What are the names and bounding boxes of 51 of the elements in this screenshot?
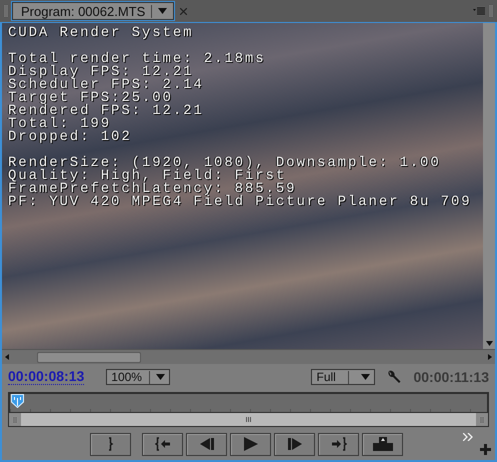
step-back-button[interactable] — [186, 432, 227, 456]
overlay-heading: CUDA Render System — [8, 27, 194, 40]
zoom-handle[interactable] — [9, 413, 21, 426]
step-back-icon — [200, 438, 214, 450]
playhead-handle[interactable] — [11, 394, 24, 408]
go-to-out-button[interactable] — [318, 432, 359, 456]
overlay-stat: PF: YUV 420 MPEG4 Field Picture Planer 8u 709 — [8, 196, 472, 209]
overlay-stat: RenderSize: (1920, 1080), Downsample: 1.00 — [8, 157, 441, 170]
overflow-icon[interactable] — [463, 433, 473, 441]
play-button[interactable] — [230, 432, 271, 456]
overlay-stat: Total render time: 2.18ms — [8, 53, 266, 66]
overlay-stat: Target FPS:25.00 — [8, 92, 173, 105]
zoom-handle[interactable] — [476, 413, 488, 426]
panel-grip-icon[interactable] — [489, 5, 493, 17]
duration-timecode: 00:00:11:13 — [413, 369, 489, 385]
caret-icon[interactable] — [158, 8, 168, 14]
menu-icon[interactable] — [473, 7, 485, 15]
panel-grip-icon[interactable] — [4, 5, 8, 17]
quality-dropdown[interactable]: Full — [311, 369, 376, 385]
zoom-scroll-bar[interactable] — [21, 413, 476, 426]
overlay-stat: Scheduler FPS: 2.14 — [8, 79, 204, 92]
mark-out-button[interactable] — [90, 432, 131, 456]
overlay-stat: Rendered FPS: 12.21 — [8, 105, 204, 118]
scroll-down-icon[interactable] — [486, 341, 492, 346]
wrench-icon[interactable] — [387, 370, 402, 384]
vertical-scrollbar[interactable] — [483, 23, 495, 349]
play-icon — [244, 437, 258, 451]
overlay-stat: Quality: High, Field: First — [8, 170, 286, 183]
zoom-dropdown[interactable]: 100% — [106, 369, 170, 385]
add-icon[interactable] — [480, 444, 491, 454]
bracket-icon — [106, 437, 114, 451]
bracket-arrow-icon — [154, 437, 170, 451]
scroll-left-icon[interactable] — [5, 354, 9, 360]
overlay-stat: Display FPS: 12.21 — [8, 66, 194, 79]
camera-icon — [372, 437, 392, 451]
time-ruler[interactable] — [8, 392, 489, 413]
horizontal-scrollbar[interactable] — [2, 349, 495, 364]
overlay-stat: FramePrefetchLatency: 885.59 — [8, 183, 296, 196]
go-to-in-button[interactable] — [142, 432, 183, 456]
panel-tab[interactable]: Program: 00062.MTS — [12, 2, 174, 20]
scroll-thumb[interactable] — [37, 352, 141, 362]
overlay-stat: Dropped: 102 — [8, 131, 132, 144]
overlay-stat: Total: 199 — [8, 118, 112, 131]
step-forward-button[interactable] — [274, 432, 315, 456]
close-icon[interactable] — [180, 8, 188, 14]
step-forward-icon — [288, 438, 302, 450]
caret-icon — [361, 374, 370, 380]
caret-icon — [156, 374, 166, 380]
scroll-right-icon[interactable] — [488, 354, 492, 360]
arrow-bracket-icon — [330, 437, 346, 451]
export-frame-button[interactable] — [362, 432, 403, 456]
